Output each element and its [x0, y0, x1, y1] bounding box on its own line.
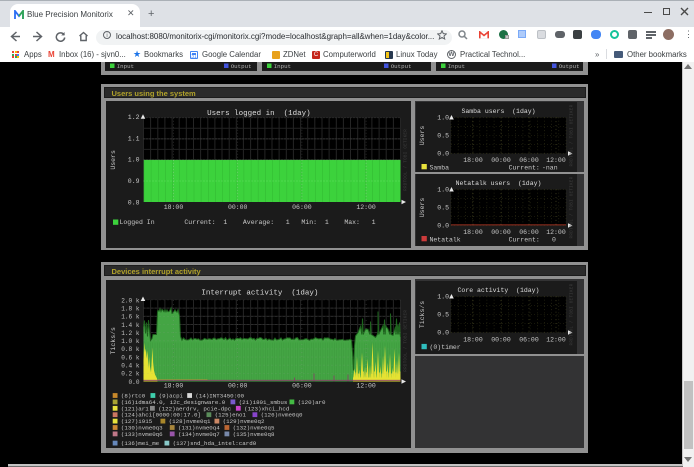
- svg-text:1.6 k: 1.6 k: [121, 313, 140, 320]
- svg-text:RRDTOOL / TOBI OETIKER: RRDTOOL / TOBI OETIKER: [570, 104, 575, 166]
- svg-text:RRDTOOL / TOBI OETIKER: RRDTOOL / TOBI OETIKER: [403, 309, 408, 371]
- svg-text:(137)snd_hda_intel:card0: (137)snd_hda_intel:card0: [172, 440, 256, 447]
- svg-text:1.8 k: 1.8 k: [121, 305, 140, 312]
- svg-text:06:00: 06:00: [292, 203, 312, 210]
- svg-text:0.0: 0.0: [128, 378, 139, 385]
- svg-text:0.5: 0.5: [437, 311, 449, 318]
- svg-text:(120)ar0: (120)ar0: [297, 398, 325, 405]
- svg-text:00:00: 00:00: [227, 382, 247, 389]
- svg-text:12:00: 12:00: [546, 229, 566, 236]
- svg-text:0.9: 0.9: [127, 178, 139, 185]
- svg-text:Input: Input: [117, 63, 134, 70]
- svg-text:0.5: 0.5: [437, 204, 449, 211]
- svg-text:Interrupt activity (1day): Interrupt activity (1day): [201, 289, 318, 297]
- svg-text:Logged In: Logged In: [119, 219, 154, 226]
- svg-text:RRDTOOL / TOBI OETIKER: RRDTOOL / TOBI OETIKER: [570, 283, 575, 345]
- svg-text:18:00: 18:00: [463, 157, 483, 164]
- svg-text:Ticks/s: Ticks/s: [110, 327, 117, 354]
- svg-text:(135)nvme0q8: (135)nvme0q8: [232, 430, 274, 437]
- svg-text:18:00: 18:00: [163, 203, 183, 210]
- svg-text:0.8: 0.8: [127, 199, 139, 206]
- svg-text:00:00: 00:00: [491, 336, 511, 343]
- svg-text:06:00: 06:00: [519, 157, 539, 164]
- svg-text:12:00: 12:00: [546, 336, 566, 343]
- svg-text:0.4 k: 0.4 k: [121, 362, 140, 369]
- svg-text:06:00: 06:00: [519, 229, 539, 236]
- svg-text:18:00: 18:00: [163, 382, 183, 389]
- svg-text:0.0: 0.0: [437, 329, 449, 336]
- svg-text:00:00: 00:00: [227, 203, 247, 210]
- svg-text:Samba: Samba: [430, 164, 450, 171]
- svg-text:RRDTOOL / TOBI OETIKER: RRDTOOL / TOBI OETIKER: [570, 176, 575, 238]
- svg-text:18:00: 18:00: [463, 336, 483, 343]
- svg-text:0.0: 0.0: [437, 150, 449, 157]
- svg-text:00:00: 00:00: [491, 157, 511, 164]
- svg-text:Users: Users: [419, 198, 426, 218]
- svg-text:Output: Output: [559, 63, 580, 70]
- svg-text:0: 0: [552, 236, 556, 243]
- svg-text:(136)mei_me: (136)mei_me: [120, 440, 159, 447]
- svg-text:00:00: 00:00: [491, 229, 511, 236]
- svg-text:18:00: 18:00: [463, 229, 483, 236]
- svg-text:(134)nvme0q7: (134)nvme0q7: [178, 430, 220, 437]
- svg-text:Users logged in (1day): Users logged in (1day): [207, 110, 311, 118]
- svg-text:-nan: -nan: [542, 164, 558, 171]
- svg-text:Netatalk users (1day): Netatalk users (1day): [456, 180, 542, 187]
- svg-text:1.2: 1.2: [127, 114, 139, 121]
- svg-text:0.5: 0.5: [437, 132, 449, 139]
- svg-text:12:00: 12:00: [356, 382, 376, 389]
- svg-text:1.4 k: 1.4 k: [121, 321, 140, 328]
- svg-text:06:00: 06:00: [519, 336, 539, 343]
- svg-text:Samba users (1day): Samba users (1day): [461, 108, 535, 115]
- svg-text:1.0 k: 1.0 k: [121, 338, 140, 345]
- svg-text:Output: Output: [391, 63, 412, 70]
- svg-text:1.0: 1.0: [437, 186, 449, 193]
- svg-text:0.0: 0.0: [437, 222, 449, 229]
- svg-text:1.1: 1.1: [127, 135, 139, 142]
- svg-text:1.0: 1.0: [437, 114, 449, 121]
- svg-text:0.8 k: 0.8 k: [121, 346, 140, 353]
- svg-text:RRDTOOL / TOBI OETIKER: RRDTOOL / TOBI OETIKER: [403, 128, 408, 190]
- svg-text:Output: Output: [231, 63, 252, 70]
- svg-text:Input: Input: [274, 63, 291, 70]
- svg-text:Netatalk: Netatalk: [430, 236, 461, 243]
- svg-text:Ticks/s: Ticks/s: [419, 300, 426, 327]
- svg-text:06:00: 06:00: [292, 382, 312, 389]
- svg-text:Current:: Current:: [509, 164, 540, 171]
- svg-text:Users: Users: [110, 150, 117, 170]
- svg-text:2.0 k: 2.0 k: [121, 297, 140, 304]
- svg-text:1.2 k: 1.2 k: [121, 329, 140, 336]
- svg-text:Core activity (1day): Core activity (1day): [458, 287, 540, 294]
- svg-text:(0)timer: (0)timer: [430, 344, 461, 351]
- svg-text:Current: 1 Average: 1: Current: 1 Average: 1 Min: 1 Max: 1: [184, 219, 375, 226]
- svg-text:1.0: 1.0: [437, 293, 449, 300]
- svg-text:Input: Input: [448, 63, 465, 70]
- svg-text:(126)nvme0q0: (126)nvme0q0: [260, 411, 302, 418]
- svg-text:12:00: 12:00: [546, 157, 566, 164]
- svg-text:Current:: Current:: [509, 236, 540, 243]
- svg-text:Users: Users: [419, 125, 426, 145]
- svg-text:0.2 k: 0.2 k: [121, 370, 140, 377]
- svg-text:12:00: 12:00: [356, 203, 376, 210]
- svg-text:(133)nvme0q6: (133)nvme0q6: [120, 430, 162, 437]
- svg-text:0.6 k: 0.6 k: [121, 354, 140, 361]
- svg-text:1.0: 1.0: [127, 156, 139, 163]
